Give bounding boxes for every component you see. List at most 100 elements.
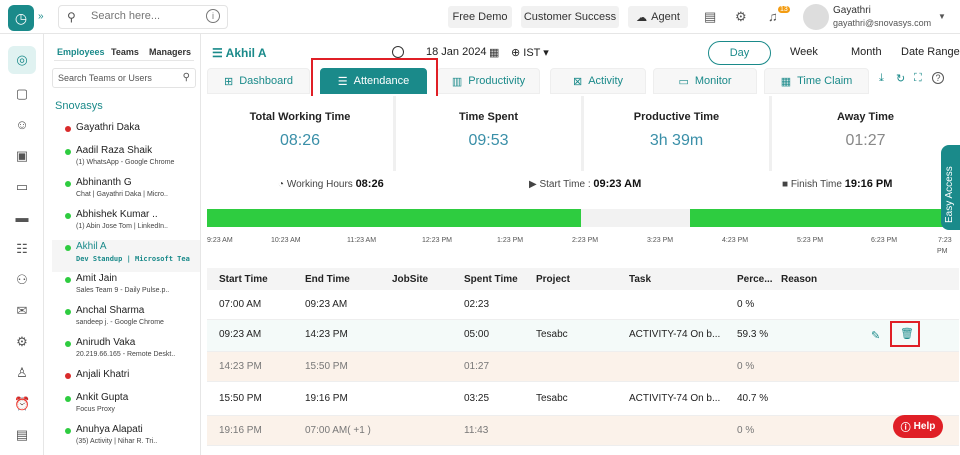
tab-teams[interactable]: Teams [111, 47, 139, 57]
timeline-active-segment[interactable] [207, 209, 581, 227]
user-item-name: Abhinanth G [76, 177, 132, 188]
table-row[interactable]: 15:50 PM 19:16 PM 03:25 Tesabc ACTIVITY-… [207, 382, 959, 416]
clock-icon[interactable] [392, 46, 404, 58]
expand-icon[interactable]: » [38, 11, 44, 22]
cell-percent: 0 % [737, 361, 755, 372]
user-item[interactable]: Anuhya Alapati (35) Activity | Nihar R. T… [52, 423, 200, 455]
status-dot [65, 181, 71, 187]
col-jobsite[interactable]: JobSite [392, 274, 428, 285]
dashboard-nav-icon[interactable]: ◎ [8, 46, 36, 74]
calendar-icon[interactable]: ▦ [489, 46, 499, 59]
cell-project: Tesabc [536, 329, 568, 340]
chevron-down-icon[interactable]: ▼ [938, 12, 946, 21]
tab-label: Activity [588, 75, 624, 87]
col-end-time[interactable]: End Time [305, 274, 350, 285]
stat-total-working-time: Total Working Time 08:26 [207, 96, 393, 171]
help-circle-icon: ⓘ [900, 423, 911, 434]
briefcase-nav-icon[interactable]: ▣ [14, 148, 30, 164]
easy-access-tab[interactable]: Easy Access [941, 145, 960, 230]
team-nav-icon[interactable]: ☷ [14, 241, 30, 257]
card-nav-icon[interactable]: ▬ [14, 210, 30, 225]
menu-icon[interactable]: ☰ [212, 46, 226, 60]
table-row[interactable]: 14:23 PM 15:50 PM 01:27 0 % [207, 352, 959, 382]
document-icon[interactable]: ▤ [704, 9, 716, 25]
edit-icon[interactable]: ✎ [871, 329, 880, 342]
table-row[interactable]: 19:16 PM 07:00 AM( +1 ) 11:43 0 % [207, 416, 959, 446]
col-task[interactable]: Task [629, 274, 651, 285]
user-item[interactable]: Abhishek Kumar .. (1) Abin Jose Tom | Lin… [52, 208, 200, 240]
tab-label: Productivity [468, 75, 526, 87]
range-day-button[interactable]: Day [708, 41, 771, 65]
tab-time-claim[interactable]: ▦ Time Claim [764, 68, 869, 94]
user-item-selected[interactable]: Akhil A Dev Standup | Microsoft Tea [52, 240, 200, 272]
table-row[interactable]: 09:23 AM 14:23 PM 05:00 Tesabc ACTIVITY-… [207, 320, 959, 352]
tab-monitor[interactable]: ▭ Monitor [653, 68, 757, 94]
user-item[interactable]: Aadil Raza Shaik (1) WhatsApp - Google Ch… [52, 144, 200, 176]
timeline-tick: 10:23 AM [271, 237, 301, 244]
fullscreen-icon[interactable]: ⛶ [914, 72, 922, 85]
user-search-input[interactable]: Search Teams or Users ⚲ [52, 68, 196, 88]
cell-start: 19:16 PM [219, 425, 262, 436]
download-icon[interactable]: ⤓ [879, 72, 884, 85]
cell-percent: 0 % [737, 299, 755, 310]
help-circle-icon[interactable]: ? [932, 72, 944, 84]
user-item[interactable]: Anirudh Vaka 20.219.66.165 - Remote Deskt… [52, 336, 200, 368]
activity-icon: ⊠ [572, 75, 583, 88]
user-item[interactable]: Anchal Sharma sandeep j. - Google Chrome [52, 304, 200, 336]
col-start-time[interactable]: Start Time [219, 274, 268, 285]
tab-productivity[interactable]: ▥ Productivity [437, 68, 540, 94]
user-item[interactable]: Amit Jain Sales Team 9 - Daily Pulse.p.. [52, 272, 200, 304]
calendar-nav-icon[interactable]: ▢ [14, 86, 30, 102]
col-project[interactable]: Project [536, 274, 570, 285]
settings-nav-icon[interactable]: ⚙ [14, 334, 30, 350]
range-week-button[interactable]: Week [790, 46, 818, 58]
easy-access-label: Easy Access [944, 166, 955, 223]
cell-spent: 05:00 [464, 329, 490, 340]
col-spent-time[interactable]: Spent Time [464, 274, 518, 285]
free-demo-button[interactable]: Free Demo [448, 6, 512, 28]
search-input[interactable] [91, 10, 201, 22]
timeline-tick: 7:23 [938, 237, 952, 244]
stat-value: 3h 39m [649, 132, 704, 149]
help-button[interactable]: ⓘ Help [893, 415, 943, 438]
global-search[interactable]: ⚲ i [58, 5, 228, 29]
timeline-active-segment[interactable] [690, 209, 959, 227]
tab-dashboard[interactable]: ⊞ Dashboard [207, 68, 310, 94]
finish-time-label: Finish Time [790, 179, 842, 190]
app-logo-icon[interactable]: ◷ [8, 5, 34, 31]
tab-activity[interactable]: ⊠ Activity [550, 68, 646, 94]
user-item-activity: (1) WhatsApp - Google Chrome [76, 159, 175, 166]
timezone-label: IST [523, 47, 541, 59]
delete-button[interactable]: 🗑 [890, 321, 920, 347]
cell-percent: 0 % [737, 425, 755, 436]
user-nav-icon[interactable]: ☺ [14, 117, 30, 132]
info-icon[interactable]: i [206, 9, 220, 23]
cell-start: 09:23 AM [219, 329, 262, 340]
range-month-button[interactable]: Month [851, 46, 882, 58]
person-nav-icon[interactable]: ♙ [14, 365, 30, 381]
table-row[interactable]: 07:00 AM 09:23 AM 02:23 0 % [207, 290, 959, 320]
tab-employees[interactable]: Employees [57, 47, 105, 57]
range-date-range-button[interactable]: Date Range [901, 46, 960, 58]
col-reason[interactable]: Reason [781, 274, 817, 285]
user-item-name: Amit Jain [76, 273, 118, 284]
user-item[interactable]: Abhinanth G Chat | Gayathri Daka | Micro.… [52, 176, 200, 208]
col-percent[interactable]: Perce... [737, 274, 773, 285]
tab-managers[interactable]: Managers [149, 47, 191, 57]
gear-icon[interactable]: ⚙ [735, 9, 747, 25]
user-item[interactable]: Ankit Gupta Focus Proxy [52, 391, 200, 423]
timezone-select[interactable]: ⊕ IST ▾ [511, 46, 549, 59]
timeline-tick: 4:23 PM [722, 237, 749, 244]
avatar[interactable] [803, 4, 829, 30]
bell-icon[interactable]: ♫ [768, 9, 778, 24]
user-email: gayathri@snovasys.com [833, 18, 932, 28]
mail-nav-icon[interactable]: ✉ [14, 303, 30, 319]
alarm-nav-icon[interactable]: ⏰ [14, 396, 30, 412]
status-dot [65, 341, 71, 347]
refresh-icon[interactable]: ↻ [896, 72, 905, 85]
org-nav-icon[interactable]: ⚇ [14, 272, 30, 288]
report-nav-icon[interactable]: ▤ [14, 427, 30, 443]
monitor-nav-icon[interactable]: ▭ [14, 179, 30, 195]
customer-success-button[interactable]: Customer Success [521, 6, 619, 28]
agent-button[interactable]: ☁ Agent [628, 6, 688, 28]
